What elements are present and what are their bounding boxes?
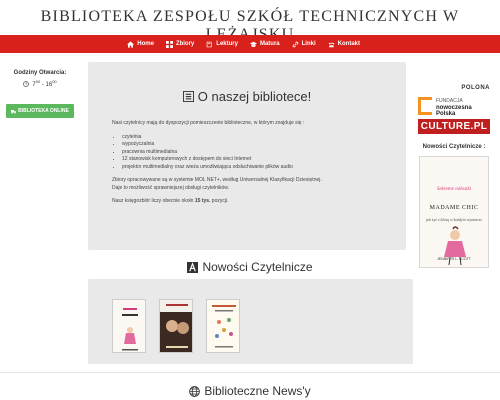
phone-icon: [328, 42, 334, 47]
grid-icon: [165, 40, 173, 48]
nav-home[interactable]: Home: [127, 40, 154, 48]
main-navbar: Home Zbiory Lektury Matura Linki Kontakt: [0, 35, 500, 53]
catalog-info-line1: Zbiory opracowywane są w systemie MOL NE…: [112, 177, 322, 183]
polona-logo: POLONA: [461, 85, 490, 91]
hours-close-min: 00: [52, 79, 57, 84]
novelties-panel: [88, 279, 413, 364]
nav-linki[interactable]: Linki: [292, 41, 316, 48]
novelty-book-cover[interactable]: [159, 299, 193, 353]
featured-book-subtitle: jak żyć z klasą w każdym wymiarze: [426, 217, 482, 222]
about-body: Nasi czytelnicy mają do dyspozycji pomie…: [112, 120, 382, 212]
novelties-heading-text: Nowości Czytelnicze: [202, 260, 313, 274]
list-box-icon: [182, 91, 194, 102]
library-news-heading-text: Biblioteczne News'y: [204, 384, 311, 398]
truck-icon: [11, 109, 17, 114]
catalog-info: Zbiory opracowywane są w systemie MOL NE…: [112, 177, 382, 192]
font-a-icon: [187, 261, 199, 273]
nav-list: Home Zbiory Lektury Matura Linki Kontakt: [127, 35, 360, 53]
library-news-heading: Biblioteczne News'y: [0, 384, 500, 398]
library-online-label: BIBLIOTEKA ONLINE: [18, 108, 69, 114]
fnp-line3: Polska: [436, 111, 456, 118]
book-icon: [206, 41, 212, 47]
library-online-button[interactable]: BIBLIOTEKA ONLINE: [6, 104, 74, 118]
featured-book-cover[interactable]: Sekretne miłostki MADAME CHIC jak żyć z …: [419, 156, 489, 268]
collection-size-post: pozycji.: [210, 198, 229, 204]
polona-banner[interactable]: POLONA: [418, 85, 490, 91]
nav-kontakt-label: Kontakt: [337, 41, 360, 47]
mortarboard-icon: [249, 41, 257, 47]
fundacja-nowoczesna-polska-banner[interactable]: FUNDACJA nowoczesna Polska: [418, 97, 490, 117]
nav-zbiory-label: Zbiory: [175, 41, 195, 47]
facility-item: wypożyczalnia: [122, 141, 382, 149]
home-icon: [127, 40, 135, 48]
featured-book-title2: MADAME CHIC: [429, 205, 479, 211]
novelty-book-cover[interactable]: [206, 299, 240, 353]
about-heading-text: O naszej bibliotece!: [197, 89, 312, 104]
nav-home-label: Home: [137, 41, 154, 47]
facility-item: 12 stanowisk komputerowych z dostępem do…: [122, 156, 382, 164]
facility-item: pracownia multimedialna: [122, 149, 382, 157]
nav-lektury[interactable]: Lektury: [206, 41, 238, 48]
collection-size: Nasz księgozbiór liczy obecnie około 15 …: [112, 198, 382, 206]
nav-linki-label: Linki: [301, 41, 316, 47]
featured-book-title1: Sekretne miłostki: [436, 187, 472, 192]
collection-size-pre: Nasz księgozbiór liczy obecnie około: [112, 198, 195, 204]
sidebar-novelties-label: Nowości Czytelnicze :: [422, 144, 486, 150]
partners-sidebar: POLONA FUNDACJA nowoczesna Polska CULTUR…: [418, 85, 490, 268]
opening-hours-value: 700 - 1600: [0, 79, 80, 88]
about-intro: Nasi czytelnicy mają do dyspozycji pomie…: [112, 120, 305, 126]
nav-kontakt[interactable]: Kontakt: [328, 41, 360, 48]
nav-lektury-label: Lektury: [216, 41, 238, 47]
book-cover-1: [113, 300, 145, 352]
nav-zbiory[interactable]: Zbiory: [165, 40, 195, 48]
culture-pl-banner[interactable]: CULTURE.PL: [418, 119, 490, 134]
nav-matura[interactable]: Matura: [249, 41, 280, 48]
about-library-panel: O naszej bibliotece! Nasi czytelnicy maj…: [88, 62, 406, 250]
facility-item: czytelnia: [122, 134, 382, 142]
novelty-book-cover[interactable]: [112, 299, 146, 353]
book-cover-2: [160, 300, 192, 352]
opening-hours-panel: Godziny Otwarcia: 700 - 1600 BIBLIOTEKA …: [0, 70, 80, 119]
clock-icon: [23, 80, 30, 87]
nav-matura-label: Matura: [259, 41, 280, 47]
catalog-info-line2: Daje to możliwość sprawniejszej obsługi …: [112, 184, 229, 191]
link-icon: [292, 41, 299, 47]
book-cover-illustration: [420, 157, 488, 267]
facility-item: projektor multimedialny oraz wieża umożl…: [122, 164, 382, 172]
globe-icon: [189, 385, 201, 397]
collection-size-value: 15 tys.: [194, 198, 211, 204]
book-cover-3: [207, 300, 239, 352]
section-divider: [0, 372, 500, 373]
fnp-text: FUNDACJA nowoczesna Polska: [436, 98, 472, 118]
facilities-list: czytelnia wypożyczalnia pracownia multim…: [122, 134, 382, 172]
novelties-heading: Nowości Czytelnicze: [0, 260, 500, 274]
about-heading: O naszej bibliotece!: [88, 89, 406, 104]
fnp-logo-icon: [418, 97, 432, 115]
fnp-line2: nowoczesna: [436, 104, 472, 111]
opening-hours-label: Godziny Otwarcia:: [13, 70, 67, 76]
